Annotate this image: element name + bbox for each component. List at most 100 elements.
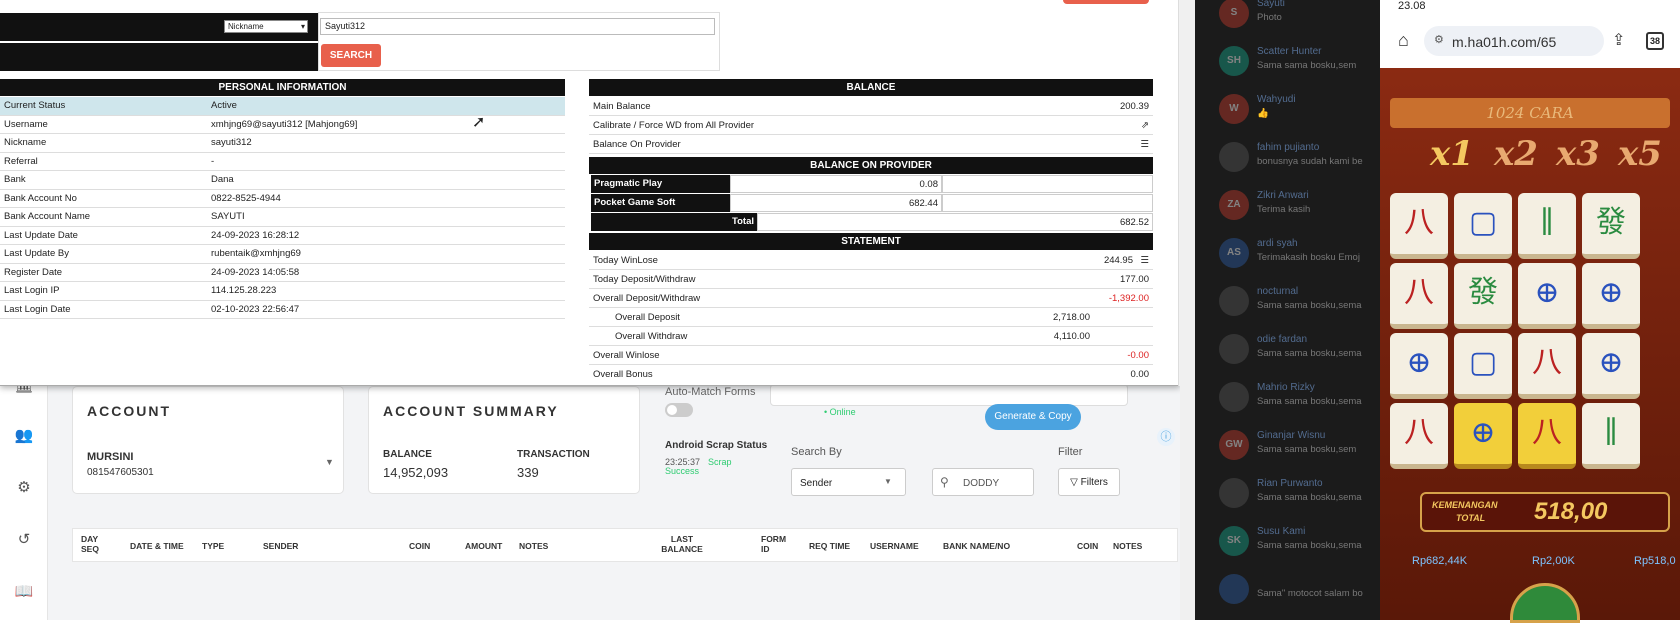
total-win-panel: KEMENANGAN TOTAL 518,00 (1420, 492, 1670, 532)
share-icon[interactable]: ⇪ (1612, 30, 1625, 50)
searchby-select[interactable]: Sender ▼ (791, 468, 906, 496)
overall-withdraw-value: 4,110.00 (1053, 331, 1090, 342)
th-date-time: DATE & TIME (130, 541, 184, 551)
bet-display: Rp2,00K (1532, 555, 1575, 567)
member-info-popup: Nickname ▾ Sayuti312 SEARCH PERSONAL INF… (0, 0, 1180, 386)
chat-item[interactable]: W Wahyudi 👍 (1195, 86, 1380, 134)
th-day-seq: DAY SEQ (81, 534, 99, 554)
personal-row: Last Login Date 02-10-2023 22:56:47 (0, 301, 565, 319)
account-title: ACCOUNT (87, 403, 171, 419)
avatar (1219, 574, 1249, 604)
personal-row-label: Bank Account No (4, 192, 77, 204)
automatch-toggle[interactable] (665, 403, 693, 417)
win-value: 518,00 (1534, 498, 1608, 525)
personal-row-value: 24-09-2023 14:05:58 (211, 266, 300, 278)
search-input[interactable]: Sayuti312 (320, 18, 715, 35)
personal-row-label: Bank (4, 174, 26, 186)
filters-button[interactable]: ▽ Filters (1058, 468, 1120, 496)
book-icon[interactable]: 📖 (14, 582, 34, 602)
avatar (1219, 478, 1249, 508)
tile-white-dragon: ▢ (1454, 193, 1512, 259)
overall-bonus-row: Overall Bonus 0.00 (589, 365, 1153, 384)
chat-item[interactable]: fahim pujianto bonusnya sudah kami be (1195, 134, 1380, 182)
tile-bamboo: ∥ (1518, 193, 1576, 259)
chat-item[interactable]: Mahrio Rizky Sama sama bosku,sema (1195, 374, 1380, 422)
filter-icon: ▽ (1070, 477, 1081, 488)
today-winlose-label: Today WinLose (593, 255, 658, 266)
avatar: AS (1219, 238, 1249, 268)
personal-row: Last Update Date 24-09-2023 16:28:12 (0, 227, 565, 245)
tile-circles-gold: ⊕ (1454, 403, 1512, 469)
sidebar: 🏛 👥 ⚙ ↺ 📖 (0, 377, 48, 620)
automatch-label: Auto-Match Forms (665, 386, 756, 398)
history-icon[interactable]: ↺ (14, 530, 34, 550)
personal-row-label: Last Login IP (4, 285, 60, 297)
overall-withdraw-row: Overall Withdraw 4,110.00 (589, 327, 1153, 346)
searchby-label: Search By (791, 446, 842, 458)
chat-item[interactable]: AS ardi syah Terimakasih bosku Emoj (1195, 230, 1380, 278)
search-button[interactable]: SEARCH (321, 44, 381, 67)
provider-empty-cell (942, 194, 1153, 212)
th-amount: AMOUNT (465, 541, 503, 551)
personal-row-label: Bank Account Name (4, 211, 91, 223)
overall-bonus-value: 0.00 (1130, 369, 1150, 380)
search-type-select[interactable]: Nickname ▾ (224, 20, 308, 33)
transaction-label: TRANSACTION (517, 449, 590, 460)
personal-row-value: 24-09-2023 16:28:12 (211, 229, 300, 241)
chat-item[interactable]: SK Susu Kami Sama sama bosku,sema (1195, 518, 1380, 566)
account-number: 081547605301 (87, 467, 154, 478)
list-icon[interactable]: ☰ (1140, 255, 1149, 266)
personal-row-label: Last Update Date (4, 229, 78, 241)
chat-item[interactable]: odie fardan Sama sama bosku,sema (1195, 326, 1380, 374)
provider-name-pgsoft: Pocket Game Soft (591, 194, 730, 212)
th-form-id: FORM ID (761, 534, 787, 554)
chevron-down-icon: ▾ (300, 22, 305, 31)
generate-copy-button[interactable]: Generate & Copy (985, 404, 1081, 430)
today-winlose-row: Today WinLose 244.95 ☰ (589, 251, 1153, 270)
chat-item[interactable]: Rian Purwanto Sama sama bosku,sema (1195, 470, 1380, 518)
chat-name: Mahrio Rizky (1257, 382, 1315, 393)
win-label-2: TOTAL (1456, 513, 1486, 523)
overall-dw-value: -1,392.00 (1108, 293, 1149, 304)
personal-row-label: Last Update By (4, 248, 69, 260)
th-sender: SENDER (263, 541, 299, 551)
balance-on-provider-label: Balance On Provider (593, 139, 681, 150)
chat-item[interactable]: SH Scatter Hunter Sama sama bosku,sem (1195, 38, 1380, 86)
search-input[interactable]: ⚲ DODDY (932, 468, 1034, 496)
list-icon[interactable]: ☰ (1140, 139, 1149, 150)
chevron-down-icon[interactable]: ▼ (325, 457, 334, 467)
th-notes: NOTES (519, 541, 549, 551)
chat-message: Sama sama bosku,sem (1257, 444, 1357, 455)
chat-item[interactable]: GW Ginanjar Wisnu Sama sama bosku,sem (1195, 422, 1380, 470)
account-name: MURSINI (87, 451, 134, 463)
chat-message: Photo (1257, 12, 1282, 23)
chat-item[interactable]: S Sayuti Photo (1195, 0, 1380, 38)
multiplier-x5: x5 (1618, 134, 1662, 174)
chat-message: Sama sama bosku,sema (1257, 348, 1362, 359)
chat-message: 👍 (1257, 108, 1269, 119)
scrap-label: Android Scrap Status (665, 440, 768, 451)
chat-item[interactable]: nocturnal Sama sama bosku,sema (1195, 278, 1380, 326)
tile-green-dragon: 發 (1582, 193, 1640, 259)
share-icon[interactable]: ⇗ (1141, 120, 1149, 131)
personal-row-value: Dana (211, 174, 234, 186)
avatar: S (1219, 0, 1249, 28)
avatar (1219, 382, 1249, 412)
scrap-status-2: Success (665, 466, 700, 476)
info-icon[interactable]: ⓘ (1157, 428, 1175, 446)
tile-wan-8: 八 (1390, 263, 1448, 329)
settings-icon[interactable]: ⚙ (14, 478, 34, 498)
tabs-count[interactable]: 38 (1646, 32, 1664, 50)
users-icon[interactable]: 👥 (14, 426, 34, 446)
th-bank: BANK NAME/NO (943, 541, 1011, 551)
chat-item[interactable]: ZA Zikri Anwari Terima kasih (1195, 182, 1380, 230)
personal-row-value: 02-10-2023 22:56:47 (211, 303, 300, 315)
chat-item[interactable]: Sama" motocot salam bo (1195, 566, 1380, 614)
personal-row-label: Referral (4, 155, 38, 167)
url-bar[interactable]: ⚙ m.ha01h.com/65 (1424, 26, 1604, 56)
close-button[interactable] (1063, 0, 1149, 4)
home-icon[interactable]: ⌂ (1398, 30, 1409, 51)
avatar (1219, 334, 1249, 364)
search-type-value: Nickname (228, 22, 264, 31)
game-title: 1024 CARA (1390, 98, 1670, 128)
